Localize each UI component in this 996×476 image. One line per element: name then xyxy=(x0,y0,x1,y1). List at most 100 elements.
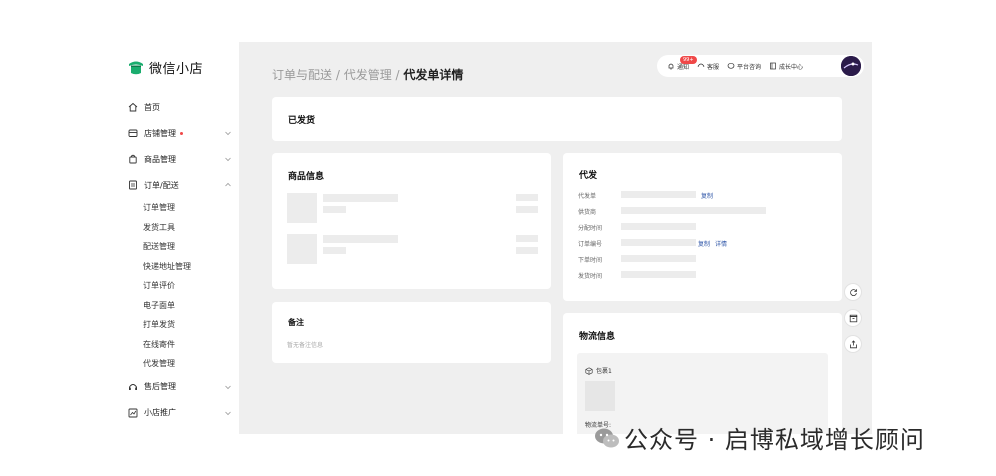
consult-button[interactable]: 平台咨询 xyxy=(727,62,761,71)
remark-card: 备注 暂无备注信息 xyxy=(272,302,551,363)
refresh-button[interactable] xyxy=(844,283,862,301)
sidebar-item-label: 首页 xyxy=(144,102,160,112)
product-name-placeholder xyxy=(323,194,398,202)
product-name-placeholder xyxy=(323,235,398,243)
app-logo[interactable]: 微信小店 xyxy=(128,58,203,77)
order-time-placeholder xyxy=(621,255,696,262)
main-content: 订单与配送 / 代发管理 / 代发单详情 通知 99+ 客服 平台咨询 成长中心 xyxy=(239,42,872,434)
dropship-card: 代发 代发单 复制 供货商 分配时间 订单编号 复制 详情 下单时间 发货时间 xyxy=(563,153,842,301)
sidebar-subitem-review[interactable]: 订单评价 xyxy=(128,276,232,296)
top-toolbar: 通知 99+ 客服 平台咨询 成长中心 xyxy=(657,55,864,77)
wechat-logo-icon xyxy=(595,428,619,447)
supplier-placeholder xyxy=(621,207,766,214)
sidebar-item-shop[interactable]: 店铺管理 xyxy=(128,120,232,146)
refresh-icon xyxy=(849,288,857,296)
assign-time-placeholder xyxy=(621,223,696,230)
app-title: 微信小店 xyxy=(149,62,204,77)
order-list-icon xyxy=(128,180,138,190)
home-icon xyxy=(128,102,138,112)
sidebar-item-home[interactable]: 首页 xyxy=(128,94,232,120)
field-label-dropship-no: 代发单 xyxy=(578,193,597,200)
package-image-placeholder xyxy=(585,381,615,411)
chevron-down-icon xyxy=(224,129,232,137)
sidebar-subitem-order-manage[interactable]: 订单管理 xyxy=(128,198,232,218)
copy-order-no-link[interactable]: 复制 xyxy=(698,239,710,248)
bag-icon xyxy=(128,154,138,164)
sidebar-subitem-ship-tools[interactable]: 发货工具 xyxy=(128,218,232,238)
chevron-down-icon xyxy=(224,383,232,391)
product-image-placeholder xyxy=(287,234,317,264)
product-qty-placeholder xyxy=(516,206,538,213)
product-price-placeholder xyxy=(516,194,538,201)
field-label-assign-time: 分配时间 xyxy=(578,225,603,232)
sidebar-subitem-address[interactable]: 快递地址管理 xyxy=(128,257,232,277)
chevron-down-icon xyxy=(224,409,232,417)
breadcrumb: 订单与配送 / 代发管理 / 代发单详情 xyxy=(272,66,463,83)
breadcrumb-link-orders[interactable]: 订单与配送 xyxy=(272,68,332,82)
avatar-image xyxy=(841,56,861,76)
sidebar-subitem-delivery[interactable]: 配送管理 xyxy=(128,237,232,257)
dropship-card-title: 代发 xyxy=(579,171,598,181)
sidebar-subitem-online-send[interactable]: 在线寄件 xyxy=(128,335,232,355)
export-icon xyxy=(849,339,857,348)
ship-time-placeholder xyxy=(621,271,696,278)
shop-logo-icon xyxy=(128,60,144,76)
new-dot xyxy=(180,131,183,135)
sidebar-item-label: 商品管理 xyxy=(144,154,176,164)
package-label: 包裹1 xyxy=(596,368,612,375)
package-box-icon xyxy=(585,366,593,375)
consult-label: 平台咨询 xyxy=(737,63,762,71)
page-title: 代发单详情 xyxy=(403,68,464,82)
field-label-order-time: 下单时间 xyxy=(578,257,603,264)
export-button[interactable] xyxy=(844,335,862,353)
watermark: 公众号 · 启博私域增长顾问 xyxy=(594,420,925,455)
sidebar-item-after-sales[interactable]: 售后管理 xyxy=(128,374,232,400)
copy-dropship-no-link[interactable]: 复制 xyxy=(701,191,713,200)
remark-card-title: 备注 xyxy=(288,318,304,327)
user-avatar[interactable] xyxy=(841,56,861,76)
box-icon xyxy=(849,314,857,322)
remark-empty-text: 暂无备注信息 xyxy=(287,342,324,349)
sidebar-subitem-print-ship[interactable]: 打单发货 xyxy=(128,315,232,335)
growth-label: 成长中心 xyxy=(779,63,804,71)
service-button[interactable]: 客服 xyxy=(697,62,719,71)
status-card: 已发货 xyxy=(272,97,842,141)
package-button[interactable] xyxy=(844,309,862,327)
package-tab[interactable]: 包裹1 xyxy=(585,366,612,375)
product-spec-placeholder xyxy=(323,247,346,254)
order-status: 已发货 xyxy=(288,116,316,126)
sidebar-subitem-dropship[interactable]: 代发管理 xyxy=(128,354,232,374)
logistics-card-title: 物流信息 xyxy=(579,332,616,342)
chat-bubble-icon xyxy=(727,62,735,69)
chevron-down-icon xyxy=(224,155,232,163)
dropship-no-placeholder xyxy=(621,191,696,198)
sidebar-item-promotion[interactable]: 小店推广 xyxy=(128,400,232,426)
order-detail-link[interactable]: 详情 xyxy=(715,239,727,248)
sidebar-item-label: 店铺管理 xyxy=(144,128,176,138)
breadcrumb-separator: / xyxy=(391,68,404,82)
growth-center-button[interactable]: 成长中心 xyxy=(769,62,803,71)
sidebar-nav: 首页 店铺管理 商品管理 订单/配送 订单管理 发货工具 配送管理 快递地址管理… xyxy=(128,94,232,426)
product-card-title: 商品信息 xyxy=(288,172,325,182)
product-spec-placeholder xyxy=(323,206,346,213)
notice-count-badge: 99+ xyxy=(680,55,697,64)
notice-button[interactable]: 通知 99+ xyxy=(667,55,697,71)
book-icon xyxy=(770,62,776,70)
sidebar-subitem-ewaybill[interactable]: 电子面单 xyxy=(128,296,232,316)
breadcrumb-link-dropship[interactable]: 代发管理 xyxy=(344,68,392,82)
sidebar: 微信小店 首页 店铺管理 商品管理 订单/配送 订单管理 发货工具 配送管理 快… xyxy=(118,42,238,434)
product-price-placeholder xyxy=(516,235,538,242)
product-image-placeholder xyxy=(287,193,317,223)
order-no-placeholder xyxy=(621,239,696,246)
chevron-up-icon xyxy=(224,181,232,189)
field-label-ship-time: 发货时间 xyxy=(578,273,603,280)
service-label: 客服 xyxy=(707,63,720,71)
store-icon xyxy=(128,128,138,138)
field-label-supplier: 供货商 xyxy=(578,209,597,216)
sidebar-item-orders[interactable]: 订单/配送 xyxy=(128,172,232,198)
headset-icon xyxy=(128,382,138,392)
bell-icon xyxy=(668,63,674,70)
sidebar-item-label: 售后管理 xyxy=(144,382,176,391)
sidebar-item-products[interactable]: 商品管理 xyxy=(128,146,232,172)
watermark-text: 公众号 · 启博私域增长顾问 xyxy=(624,426,925,454)
